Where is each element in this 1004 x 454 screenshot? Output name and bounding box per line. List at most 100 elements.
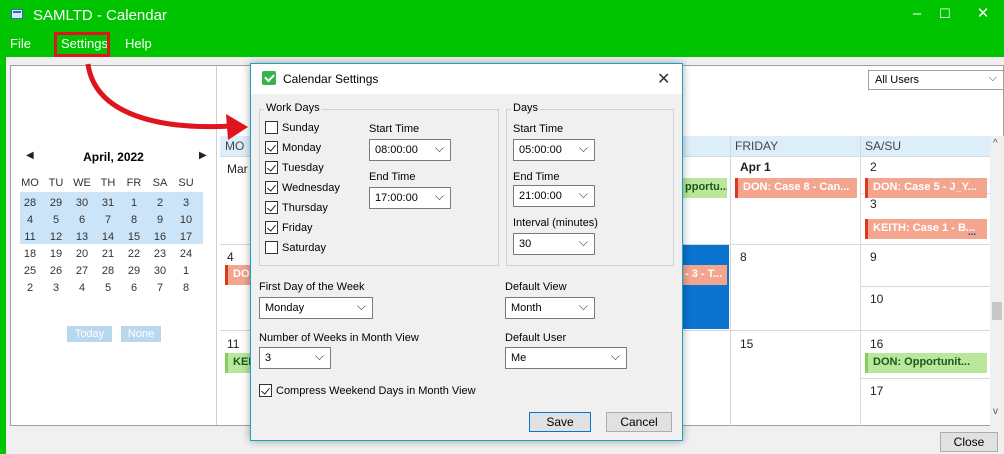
days-start-time-select[interactable]: 05:00:00 ⌵ bbox=[513, 139, 595, 161]
scrollbar-thumb[interactable] bbox=[992, 302, 1002, 320]
first-day-value: Monday bbox=[265, 302, 305, 314]
mini-calendar-day[interactable]: 4 bbox=[21, 214, 39, 226]
mini-calendar-day[interactable]: 8 bbox=[177, 282, 195, 294]
mini-calendar-day[interactable]: 5 bbox=[47, 214, 65, 226]
mini-calendar-day[interactable]: 12 bbox=[47, 231, 65, 243]
days-start-time-label: Start Time bbox=[513, 123, 564, 135]
mini-calendar-day[interactable]: 8 bbox=[125, 214, 143, 226]
mini-calendar-day[interactable]: 6 bbox=[73, 214, 91, 226]
mini-calendar-day[interactable]: 11 bbox=[21, 231, 39, 243]
mini-calendar-day[interactable]: 25 bbox=[21, 265, 39, 277]
calendar-event[interactable]: KEI bbox=[225, 353, 250, 373]
mini-calendar-day[interactable]: 15 bbox=[125, 231, 143, 243]
checkbox-box[interactable] bbox=[265, 241, 278, 254]
calendar-scrollbar[interactable] bbox=[990, 136, 1004, 426]
mini-calendar-day[interactable]: 30 bbox=[73, 197, 91, 209]
checkbox-box[interactable] bbox=[265, 141, 278, 154]
today-button[interactable]: Today bbox=[67, 326, 112, 342]
mini-calendar-day[interactable]: 30 bbox=[151, 265, 169, 277]
grid-line bbox=[860, 136, 861, 426]
mini-calendar-day[interactable]: 26 bbox=[47, 265, 65, 277]
menu-file[interactable]: File bbox=[10, 36, 31, 51]
mini-calendar-day[interactable]: 21 bbox=[99, 248, 117, 260]
cancel-button[interactable]: Cancel bbox=[606, 412, 672, 432]
checkbox-box[interactable] bbox=[265, 201, 278, 214]
mini-calendar-day[interactable]: 9 bbox=[151, 214, 169, 226]
mini-calendar-day[interactable]: 29 bbox=[47, 197, 65, 209]
checkbox-box[interactable] bbox=[265, 121, 278, 134]
mini-calendar-day[interactable]: 24 bbox=[177, 248, 195, 260]
mini-calendar-day[interactable]: 22 bbox=[125, 248, 143, 260]
days-end-time-select[interactable]: 21:00:00 ⌵ bbox=[513, 185, 595, 207]
work-day-label: Saturday bbox=[282, 242, 327, 254]
mini-calendar-day[interactable]: 5 bbox=[99, 282, 117, 294]
mini-calendar-day[interactable]: 29 bbox=[125, 265, 143, 277]
mini-calendar-day[interactable]: 1 bbox=[125, 197, 143, 209]
save-button[interactable]: Save bbox=[529, 412, 591, 432]
mini-calendar-day[interactable]: 3 bbox=[47, 282, 65, 294]
calendar-event[interactable]: DON: Opportunit... bbox=[865, 353, 987, 373]
calendar-event[interactable]: pportu... bbox=[680, 178, 727, 198]
selected-day-cell[interactable] bbox=[680, 245, 729, 329]
mini-calendar-day[interactable]: 2 bbox=[21, 282, 39, 294]
scroll-up-icon[interactable]: ^ bbox=[993, 138, 998, 149]
work-day-label: Friday bbox=[282, 222, 313, 234]
default-user-select[interactable]: Me ⌵ bbox=[505, 347, 627, 369]
day-number: 11 bbox=[227, 337, 240, 351]
mini-calendar-day[interactable]: 28 bbox=[21, 197, 39, 209]
default-view-select[interactable]: Month ⌵ bbox=[505, 297, 595, 319]
menu-help[interactable]: Help bbox=[125, 36, 152, 51]
none-button[interactable]: None bbox=[121, 326, 161, 342]
scroll-down-icon[interactable]: v bbox=[993, 406, 998, 417]
interval-select[interactable]: 30 ⌵ bbox=[513, 233, 595, 255]
mini-calendar-day[interactable]: 31 bbox=[99, 197, 117, 209]
mini-calendar-day[interactable]: 1 bbox=[177, 265, 195, 277]
mini-calendar-dow: TH bbox=[100, 177, 116, 189]
calendar-event[interactable]: DON: Case 8 - Can... bbox=[735, 178, 857, 198]
mini-calendar-day[interactable]: 4 bbox=[73, 282, 91, 294]
mini-calendar-day[interactable]: 19 bbox=[47, 248, 65, 260]
mini-calendar-dow: TU bbox=[48, 177, 64, 189]
mini-calendar-day[interactable]: 13 bbox=[73, 231, 91, 243]
mini-calendar-day[interactable]: 14 bbox=[99, 231, 117, 243]
day-number: 16 bbox=[870, 337, 884, 351]
calendar-event[interactable]: DO bbox=[225, 265, 250, 285]
close-window-button[interactable]: ✕ bbox=[972, 4, 994, 24]
minimize-button[interactable]: – bbox=[906, 4, 928, 24]
mini-calendar-day[interactable]: 7 bbox=[99, 214, 117, 226]
mini-calendar-day[interactable]: 2 bbox=[151, 197, 169, 209]
close-button[interactable]: Close bbox=[940, 432, 998, 452]
mini-calendar-day[interactable]: 17 bbox=[177, 231, 195, 243]
mini-calendar-day[interactable]: 28 bbox=[99, 265, 117, 277]
mini-calendar-day[interactable]: 3 bbox=[177, 197, 195, 209]
chevron-down-icon: ⌵ bbox=[356, 299, 366, 313]
checkbox-box[interactable] bbox=[265, 221, 278, 234]
maximize-button[interactable]: ☐ bbox=[934, 4, 956, 24]
work-day-label: Sunday bbox=[282, 122, 320, 134]
checkbox-box[interactable] bbox=[259, 384, 272, 397]
checkbox-box[interactable] bbox=[265, 161, 278, 174]
next-month-icon[interactable]: ▶ bbox=[199, 150, 207, 161]
mini-calendar-day[interactable]: 10 bbox=[177, 214, 195, 226]
chevron-down-icon: ⌵ bbox=[434, 189, 444, 203]
mini-calendar-day[interactable]: 16 bbox=[151, 231, 169, 243]
mini-calendar-day[interactable]: 18 bbox=[21, 248, 39, 260]
work-start-time-select[interactable]: 08:00:00 ⌵ bbox=[369, 139, 451, 161]
more-events-icon[interactable]: ... bbox=[968, 227, 976, 238]
mini-calendar-day[interactable]: 20 bbox=[73, 248, 91, 260]
weeks-select[interactable]: 3 ⌵ bbox=[259, 347, 331, 369]
users-filter-select[interactable]: All Users ⌵ bbox=[868, 70, 1004, 90]
mini-calendar-day[interactable]: 7 bbox=[151, 282, 169, 294]
mini-calendar-day[interactable]: 23 bbox=[151, 248, 169, 260]
work-end-time-select[interactable]: 17:00:00 ⌵ bbox=[369, 187, 451, 209]
mini-calendar-day[interactable]: 27 bbox=[73, 265, 91, 277]
calendar-settings-dialog: Calendar Settings ✕ Work Days Sunday Mond… bbox=[250, 63, 683, 441]
first-day-label: First Day of the Week bbox=[259, 281, 365, 293]
calendar-event[interactable]: - 3 - T... bbox=[680, 265, 727, 285]
checkbox-box[interactable] bbox=[265, 181, 278, 194]
first-day-select[interactable]: Monday ⌵ bbox=[259, 297, 373, 319]
column-header-friday: FRIDAY bbox=[730, 136, 860, 156]
calendar-event[interactable]: DON: Case 5 - J_Y... bbox=[865, 178, 987, 198]
dialog-close-icon[interactable]: ✕ bbox=[657, 69, 670, 89]
mini-calendar-day[interactable]: 6 bbox=[125, 282, 143, 294]
